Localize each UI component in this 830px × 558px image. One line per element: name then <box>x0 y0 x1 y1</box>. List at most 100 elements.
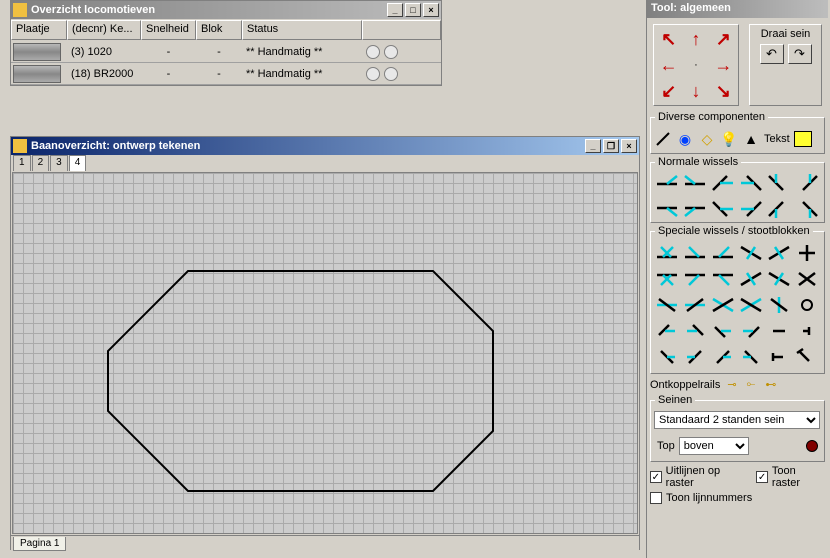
switch-tool-icon[interactable] <box>766 197 792 219</box>
arrow-e-icon[interactable]: → <box>714 56 732 74</box>
col-header-snelheid[interactable]: Snelheid <box>141 20 196 40</box>
special-switch-tool-icon[interactable] <box>766 268 792 290</box>
special-switch-tool-icon[interactable] <box>738 294 764 316</box>
align-grid-checkbox[interactable]: ✓ <box>650 471 662 483</box>
special-switch-tool-icon[interactable] <box>710 294 736 316</box>
target-tool-icon[interactable]: ◉ <box>676 130 694 148</box>
locomotives-header-row: Plaatje (decnr) Ke... Snelheid Blok Stat… <box>11 19 441 41</box>
minimize-button[interactable]: _ <box>585 139 601 153</box>
decouple-icon[interactable]: ⊷ <box>765 378 776 391</box>
top-position-select[interactable]: boven <box>679 437 749 455</box>
special-switch-tool-icon[interactable] <box>794 346 820 368</box>
status-led[interactable] <box>366 67 380 81</box>
diamond-tool-icon[interactable]: ◇ <box>698 130 716 148</box>
switch-tool-icon[interactable] <box>710 197 736 219</box>
switch-tool-icon[interactable] <box>794 173 820 195</box>
decouple-icon[interactable]: ⊸ <box>727 378 736 391</box>
special-switch-tool-icon[interactable] <box>794 268 820 290</box>
switch-tool-icon[interactable] <box>682 173 708 195</box>
special-switch-tool-icon[interactable] <box>738 346 764 368</box>
diverse-components-label: Diverse componenten <box>655 111 768 123</box>
show-grid-checkbox[interactable]: ✓ <box>756 471 768 483</box>
special-switch-tool-icon[interactable] <box>766 320 792 342</box>
special-switch-tool-icon[interactable] <box>682 242 708 264</box>
locomotives-window: Overzicht locomotieven _ □ × Plaatje (de… <box>10 0 442 86</box>
status-led[interactable] <box>366 45 380 59</box>
switch-tool-icon[interactable] <box>682 197 708 219</box>
arrow-nw-icon[interactable]: ↖ <box>661 30 676 48</box>
special-switch-tool-icon[interactable] <box>738 320 764 342</box>
trackplan-canvas[interactable] <box>12 172 638 534</box>
special-switches-label: Speciale wissels / stootblokken <box>655 225 813 237</box>
locomotives-title: Overzicht locomotieven <box>31 4 155 16</box>
arrow-w-icon[interactable]: ← <box>660 56 678 74</box>
switch-tool-icon[interactable] <box>738 197 764 219</box>
decouple-icon[interactable]: ⟜ <box>747 378 756 391</box>
close-button[interactable]: × <box>621 139 637 153</box>
special-switch-tool-icon[interactable] <box>710 268 736 290</box>
maximize-button[interactable]: □ <box>405 3 421 17</box>
special-switch-tool-icon[interactable] <box>654 242 680 264</box>
arrow-ne-icon[interactable]: ↗ <box>716 30 731 48</box>
special-switch-tool-icon[interactable] <box>710 320 736 342</box>
col-header-decnr[interactable]: (decnr) Ke... <box>67 20 141 40</box>
arrow-s-icon[interactable]: ↓ <box>691 82 700 100</box>
show-linenumbers-checkbox[interactable] <box>650 492 662 504</box>
locomotives-titlebar[interactable]: Overzicht locomotieven _ □ × <box>11 1 441 19</box>
layer-tab-4[interactable]: 4 <box>69 155 87 171</box>
minimize-button[interactable]: _ <box>387 3 403 17</box>
layer-tab-1[interactable]: 1 <box>13 155 31 171</box>
layer-tab-2[interactable]: 2 <box>32 155 50 171</box>
col-header-status[interactable]: Status <box>242 20 362 40</box>
switch-tool-icon[interactable] <box>654 197 680 219</box>
special-switch-tool-icon[interactable] <box>794 294 820 316</box>
restore-button[interactable]: ❐ <box>603 139 619 153</box>
status-led[interactable] <box>384 67 398 81</box>
special-switch-tool-icon[interactable] <box>766 242 792 264</box>
switch-tool-icon[interactable] <box>654 173 680 195</box>
line-tool-icon[interactable] <box>654 130 672 148</box>
rotate-ccw-button[interactable]: ↶ <box>760 44 784 64</box>
color-swatch[interactable] <box>794 131 812 147</box>
special-switch-tool-icon[interactable] <box>738 268 764 290</box>
arrow-sw-icon[interactable]: ↙ <box>661 82 676 100</box>
triangle-tool-icon[interactable]: ▲ <box>742 130 760 148</box>
status-led[interactable] <box>384 45 398 59</box>
switch-tool-icon[interactable] <box>766 173 792 195</box>
arrow-se-icon[interactable]: ↘ <box>716 82 731 100</box>
special-switch-tool-icon[interactable] <box>654 268 680 290</box>
signals-label: Seinen <box>655 394 695 406</box>
signal-type-select[interactable]: Standaard 2 standen sein <box>654 411 820 429</box>
col-header-plaatje[interactable]: Plaatje <box>11 20 67 40</box>
special-switch-tool-icon[interactable] <box>682 346 708 368</box>
bulb-tool-icon[interactable]: 💡 <box>720 130 738 148</box>
special-switch-tool-icon[interactable] <box>794 320 820 342</box>
special-switch-tool-icon[interactable] <box>654 346 680 368</box>
special-switch-tool-icon[interactable] <box>710 242 736 264</box>
special-switch-tool-icon[interactable] <box>766 294 792 316</box>
cell-decnr: (18) BR2000 <box>67 68 141 80</box>
special-switch-tool-icon[interactable] <box>682 268 708 290</box>
special-switch-tool-icon[interactable] <box>738 242 764 264</box>
special-switch-tool-icon[interactable] <box>710 346 736 368</box>
col-header-blok[interactable]: Blok <box>196 20 242 40</box>
arrow-n-icon[interactable]: ↑ <box>691 30 700 48</box>
switch-tool-icon[interactable] <box>710 173 736 195</box>
special-switch-tool-icon[interactable] <box>682 320 708 342</box>
layer-tab-3[interactable]: 3 <box>50 155 68 171</box>
special-switch-tool-icon[interactable] <box>794 242 820 264</box>
table-row[interactable]: (3) 1020 - - ** Handmatig ** <box>11 41 441 63</box>
switch-tool-icon[interactable] <box>738 173 764 195</box>
special-switch-tool-icon[interactable] <box>654 294 680 316</box>
switch-tool-icon[interactable] <box>794 197 820 219</box>
special-switch-tool-icon[interactable] <box>682 294 708 316</box>
text-tool-button[interactable]: Tekst <box>764 130 790 148</box>
decouple-rails-label: Ontkoppelrails <box>650 379 720 391</box>
table-row[interactable]: (18) BR2000 - - ** Handmatig ** <box>11 63 441 85</box>
page-tab-1[interactable]: Pagina 1 <box>13 537 66 551</box>
special-switch-tool-icon[interactable] <box>766 346 792 368</box>
trackplan-titlebar[interactable]: Baanoverzicht: ontwerp tekenen _ ❐ × <box>11 137 639 155</box>
close-button[interactable]: × <box>423 3 439 17</box>
special-switch-tool-icon[interactable] <box>654 320 680 342</box>
rotate-cw-button[interactable]: ↷ <box>788 44 812 64</box>
